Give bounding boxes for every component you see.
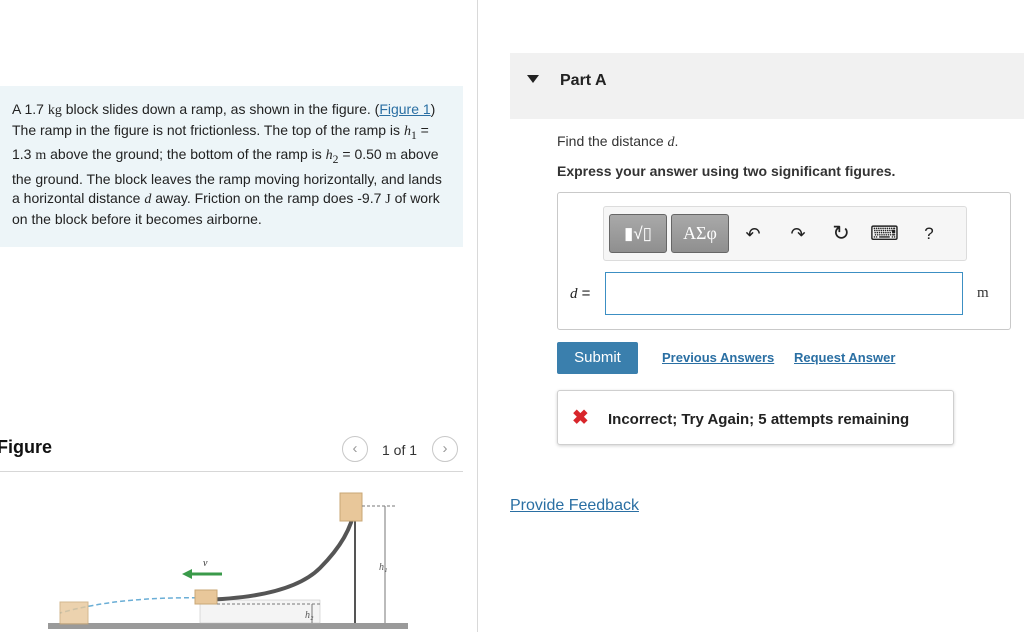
h1-label: h₁ xyxy=(379,562,387,573)
question-text: Find the distance d. xyxy=(557,133,678,151)
question-suffix: . xyxy=(674,133,679,149)
figure-link[interactable]: Figure 1 xyxy=(379,101,430,117)
ground xyxy=(48,623,408,629)
answer-variable: d xyxy=(570,286,578,302)
landed-block xyxy=(59,601,89,625)
h2-symbol: h xyxy=(325,148,333,164)
undo-icon[interactable]: ↶ xyxy=(740,221,766,247)
part-title: Part A xyxy=(560,72,607,89)
h2-label: h₂ xyxy=(305,610,314,621)
greek-symbols-icon: ΑΣφ xyxy=(683,223,717,243)
answer-unit: m xyxy=(977,285,989,301)
prev-figure-button[interactable]: ‹ xyxy=(342,436,368,462)
help-icon[interactable]: ? xyxy=(916,221,942,247)
answer-input[interactable] xyxy=(605,272,963,315)
velocity-arrowhead xyxy=(182,569,192,579)
answer-variable-label: d = xyxy=(570,285,590,303)
answer-box: ▮√▯ ΑΣφ ↶ ↷ ↻ ⌨ ? d = m xyxy=(557,192,1011,330)
problem-text: block slides down a ramp, as shown in th… xyxy=(61,101,380,117)
mass-unit: kg xyxy=(47,103,62,118)
ramp-diagram: v⃗ h₁ h₂ xyxy=(48,492,408,629)
next-figure-button[interactable]: › xyxy=(432,436,458,462)
error-x-icon: ✖ xyxy=(572,407,589,429)
figure-image: v⃗ h₁ h₂ xyxy=(0,478,463,632)
part-a-header[interactable]: Part A xyxy=(510,53,1024,119)
templates-button[interactable]: ▮√▯ xyxy=(609,214,667,253)
templates-icon: ▮√▯ xyxy=(623,224,653,243)
reset-icon[interactable]: ↻ xyxy=(828,221,854,247)
problem-panel: A 1.7 kg block slides down a ramp, as sh… xyxy=(0,0,478,632)
question-prefix: Find the distance xyxy=(557,133,668,149)
h2-unit: m xyxy=(385,148,397,164)
answer-panel: Part A Find the distance d. Express your… xyxy=(479,0,1024,632)
request-answer-link[interactable]: Request Answer xyxy=(794,350,895,365)
feedback-message: Incorrect; Try Again; 5 attempts remaini… xyxy=(608,411,910,428)
figure-pager-text: 1 of 1 xyxy=(382,442,418,458)
chevron-left-icon: ‹ xyxy=(352,440,358,457)
instruction-text: Express your answer using two significan… xyxy=(557,163,896,179)
answer-equals: = xyxy=(577,285,591,302)
h1-symbol: h xyxy=(403,123,411,139)
figure-title: Figure xyxy=(0,437,53,457)
redo-icon[interactable]: ↷ xyxy=(785,221,811,247)
ramp-support xyxy=(199,599,321,624)
problem-text: away. Friction on the ramp does -9.7 xyxy=(151,189,386,206)
problem-statement: A 1.7 kg block slides down a ramp, as sh… xyxy=(0,86,463,247)
math-toolbar: ▮√▯ ΑΣφ ↶ ↷ ↻ ⌨ ? xyxy=(603,206,967,261)
figure-header: Figure ‹ 1 of 1 › xyxy=(0,432,463,472)
keyboard-icon[interactable]: ⌨ xyxy=(870,221,899,247)
provide-feedback-link[interactable]: Provide Feedback xyxy=(510,497,639,515)
problem-text: above the ground; the bottom of the ramp… xyxy=(46,146,326,163)
greek-symbols-button[interactable]: ΑΣφ xyxy=(671,214,729,253)
velocity-label: v⃗ xyxy=(203,558,215,569)
feedback-message-box: ✖ Incorrect; Try Again; 5 attempts remai… xyxy=(557,390,954,445)
previous-answers-link[interactable]: Previous Answers xyxy=(662,350,774,365)
bottom-block xyxy=(194,589,218,605)
question-variable: d xyxy=(667,135,675,150)
chevron-right-icon: › xyxy=(442,440,448,457)
submit-button[interactable]: Submit xyxy=(557,342,638,374)
problem-text: A 1.7 xyxy=(12,101,48,117)
h1-unit: m xyxy=(35,148,47,164)
h2-value: = 0.50 xyxy=(338,146,386,163)
caret-down-icon[interactable] xyxy=(527,75,539,83)
ramp-curve xyxy=(199,499,357,602)
top-block xyxy=(339,492,363,522)
